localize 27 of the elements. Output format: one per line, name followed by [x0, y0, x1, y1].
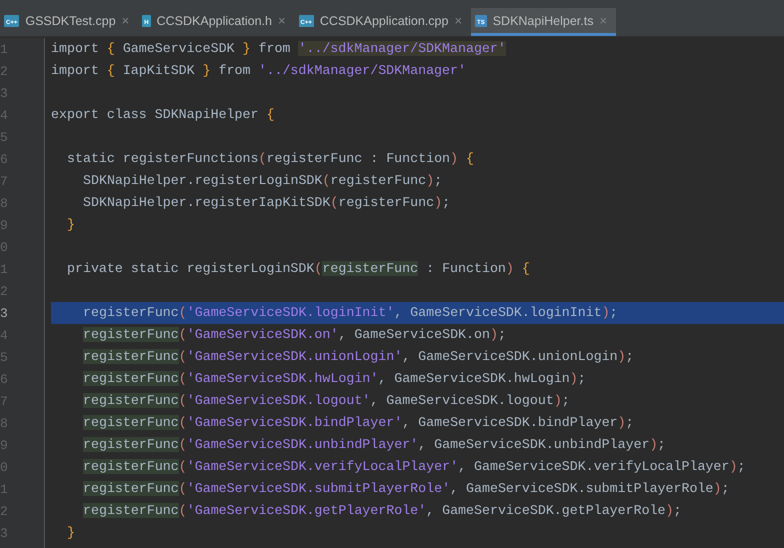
code-line: static registerFunctions(registerFunc : Function) {	[67, 150, 474, 168]
code-line: private static registerLoginSDK(registerFunc : Function) {	[67, 260, 530, 278]
code-line: }	[67, 216, 75, 234]
code-line: registerFunc('GameServiceSDK.on', GameServiceSDK.on);	[83, 326, 506, 344]
code-line: registerFunc('GameServiceSDK.hwLogin', GameServiceSDK.hwLogin);	[83, 370, 586, 388]
tab-label: CCSDKApplication.h	[156, 14, 272, 28]
code-line: export class SDKNapiHelper {	[51, 106, 274, 124]
code-line: SDKNapiHelper.registerLoginSDK(registerFunc);	[83, 172, 442, 190]
tab-label: GSSDKTest.cpp	[25, 14, 116, 28]
line-number: 3	[0, 306, 8, 320]
code-line: import { GameServiceSDK } from '../sdkManager/SDKManager'	[51, 40, 506, 58]
tab-label: CCSDKApplication.cpp	[320, 14, 448, 28]
close-icon[interactable]: ×	[278, 13, 286, 28]
code-line: registerFunc('GameServiceSDK.logout', GameServiceSDK.logout);	[83, 392, 570, 410]
code-line: SDKNapiHelper.registerIapKitSDK(registerFunc);	[83, 194, 450, 212]
code-line: registerFunc('GameServiceSDK.unbindPlayer', GameServiceSDK.unbindPlayer);	[83, 436, 666, 454]
close-icon[interactable]: ×	[454, 13, 462, 28]
close-icon[interactable]: ×	[122, 13, 130, 28]
code-line: import { IapKitSDK } from '../sdkManager/SDKManager'	[51, 62, 466, 80]
code-line: registerFunc('GameServiceSDK.submitPlayerRole', GameServiceSDK.submitPlayerRole);	[83, 480, 730, 498]
code-line: registerFunc('GameServiceSDK.unionLogin', GameServiceSDK.unionLogin);	[83, 348, 634, 366]
code-line: registerFunc('GameServiceSDK.bindPlayer', GameServiceSDK.bindPlayer);	[83, 414, 634, 432]
code-line: registerFunc('GameServiceSDK.verifyLocalPlayer', GameServiceSDK.verifyLocalPlayer);	[83, 458, 746, 476]
tab-label: SDKNapiHelper.ts	[492, 14, 594, 28]
code-line: registerFunc('GameServiceSDK.loginInit', GameServiceSDK.loginInit);	[83, 304, 618, 322]
code-line: }	[67, 524, 75, 542]
code-line: registerFunc('GameServiceSDK.getPlayerRole', GameServiceSDK.getPlayerRole);	[83, 502, 682, 520]
